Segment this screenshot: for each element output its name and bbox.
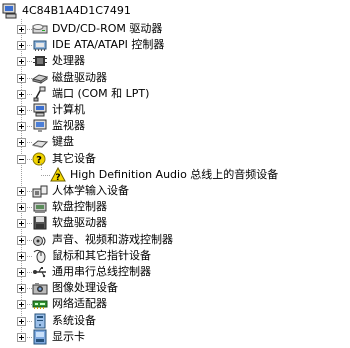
system-device-icon: [32, 313, 48, 329]
tree-item-label: IDE ATA/ATAPI 控制器: [52, 38, 165, 51]
tree-item-hid[interactable]: 人体学输入设备: [32, 183, 129, 199]
expand-icon[interactable]: [17, 41, 26, 50]
expand-icon[interactable]: [17, 187, 26, 196]
expand-icon[interactable]: [17, 333, 26, 342]
tree-item-floppy-controller[interactable]: 软盘控制器: [32, 199, 107, 215]
expand-icon[interactable]: [17, 284, 26, 293]
tree-item-label: 软盘驱动器: [52, 216, 107, 229]
mouse-icon: [32, 248, 48, 264]
tree-item-dvd-drive[interactable]: DVD/CD-ROM 驱动器: [32, 21, 162, 37]
svg-text:?: ?: [55, 173, 60, 183]
tree-child-item[interactable]: ? High Definition Audio 总线上的音频设备: [50, 166, 279, 183]
tree-item-usb[interactable]: 通用串行总线控制器: [32, 264, 151, 280]
tree-item-port[interactable]: 端口 (COM 和 LPT): [32, 86, 149, 102]
sound-icon: [32, 232, 48, 248]
tree-item-processor[interactable]: 处理器: [32, 53, 85, 69]
tree-item-label: DVD/CD-ROM 驱动器: [52, 22, 163, 35]
tree-item-label: 其它设备: [52, 152, 96, 165]
tree-item-sound[interactable]: 声音、视频和游戏控制器: [32, 232, 173, 248]
expand-icon[interactable]: [17, 106, 26, 115]
tree-item-label: 处理器: [52, 54, 85, 67]
tree-item-monitor[interactable]: 监视器: [32, 118, 85, 134]
tree-item-label: 通用串行总线控制器: [52, 265, 151, 278]
expand-icon[interactable]: [17, 317, 26, 326]
expand-icon[interactable]: [17, 219, 26, 228]
hid-icon: [32, 183, 48, 199]
tree-item-label: 显示卡: [52, 330, 85, 343]
tree-item-label: 鼠标和其它指针设备: [52, 249, 151, 262]
tree-item-mouse[interactable]: 鼠标和其它指针设备: [32, 248, 151, 264]
tree-item-label: High Definition Audio 总线上的音频设备: [70, 168, 279, 181]
usb-icon: [32, 264, 48, 280]
computer-icon: [32, 102, 48, 118]
expand-icon[interactable]: [17, 203, 26, 212]
tree-connector-line: [41, 175, 50, 176]
tree-item-network-adapter[interactable]: 网络适配器: [32, 296, 107, 312]
tree-item-label: 磁盘驱动器: [52, 71, 107, 84]
imaging-device-icon: [32, 280, 48, 296]
expand-icon[interactable]: [17, 74, 26, 83]
keyboard-icon: [31, 134, 49, 150]
expand-icon[interactable]: [17, 268, 26, 277]
tree-item-label: 图像处理设备: [52, 281, 118, 294]
monitor-icon: [32, 118, 48, 134]
expand-icon[interactable]: [17, 57, 26, 66]
tree-root-label: 4C84B1A4D1C7491: [22, 4, 131, 17]
device-tree[interactable]: 4C84B1A4D1C7491 DVD/CD-ROM 驱动器 IDE ATA/AT…: [0, 0, 350, 348]
tree-item-floppy-drive[interactable]: 软盘驱动器: [32, 215, 107, 231]
expand-icon[interactable]: [17, 25, 26, 34]
disk-drive-icon: [31, 70, 49, 86]
expand-icon[interactable]: [17, 236, 26, 245]
expand-icon[interactable]: [17, 122, 26, 131]
processor-icon: [32, 53, 48, 69]
warning-device-icon: ?: [50, 166, 66, 183]
tree-item-label: 计算机: [52, 103, 85, 116]
tree-connector-line: [41, 163, 42, 171]
computer-icon: [2, 3, 18, 19]
tree-item-ide-controller[interactable]: IDE ATA/ATAPI 控制器: [32, 37, 164, 53]
expand-icon[interactable]: [17, 138, 26, 147]
tree-item-label: 软盘控制器: [52, 200, 107, 213]
tree-item-label: 系统设备: [52, 314, 96, 327]
tree-item-label: 人体学输入设备: [52, 184, 129, 197]
tree-item-label: 监视器: [52, 119, 85, 132]
network-adapter-icon: [32, 296, 48, 312]
tree-root[interactable]: 4C84B1A4D1C7491: [2, 3, 131, 19]
tree-item-label: 网络适配器: [52, 297, 107, 310]
floppy-drive-icon: [32, 215, 48, 231]
tree-item-label: 端口 (COM 和 LPT): [52, 87, 150, 100]
tree-item-keyboard[interactable]: 键盘: [31, 134, 74, 150]
unknown-device-icon: ?: [32, 151, 48, 167]
ide-controller-icon: [32, 37, 48, 53]
tree-item-imaging-device[interactable]: 图像处理设备: [32, 280, 118, 296]
expand-icon[interactable]: [17, 90, 26, 99]
tree-item-system-device[interactable]: 系统设备: [32, 313, 96, 329]
tree-item-computer[interactable]: 计算机: [32, 102, 85, 118]
floppy-controller-icon: [32, 199, 48, 215]
port-icon: [32, 86, 48, 102]
tree-item-label: 键盘: [52, 135, 74, 148]
tree-item-label: 声音、视频和游戏控制器: [52, 233, 173, 246]
collapse-icon[interactable]: [17, 155, 26, 164]
tree-item-disk-drive[interactable]: 磁盘驱动器: [31, 70, 107, 86]
display-adapter-icon: [32, 329, 48, 345]
expand-icon[interactable]: [17, 252, 26, 261]
dvd-drive-icon: [32, 21, 48, 37]
tree-item-display-adapter[interactable]: 显示卡: [32, 329, 85, 345]
expand-icon[interactable]: [17, 300, 26, 309]
